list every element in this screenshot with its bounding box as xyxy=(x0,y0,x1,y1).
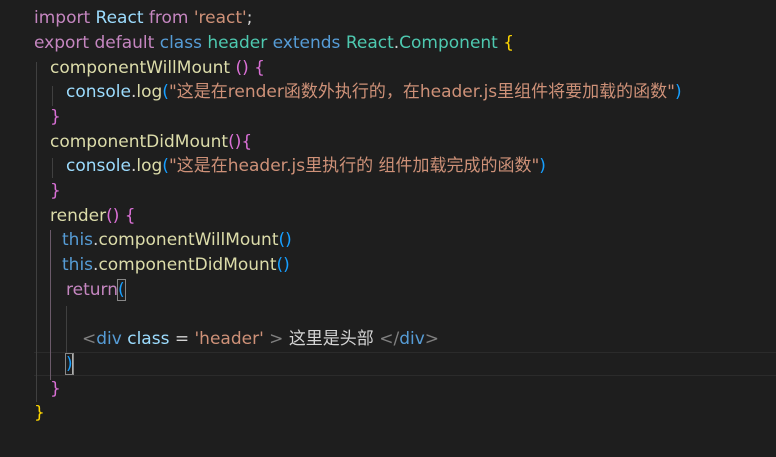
token-storage: extends xyxy=(272,33,341,53)
code-line-12[interactable]: return( xyxy=(66,278,126,303)
token-class-name: Component xyxy=(399,33,498,53)
token-bracket: ) xyxy=(539,156,546,176)
token-function: componentDidMount xyxy=(50,132,229,152)
code-line-1[interactable]: import React from 'react'; xyxy=(34,6,252,31)
token-tag-punctuation: < xyxy=(82,329,97,349)
token-function: log xyxy=(136,156,163,176)
token-variable: React xyxy=(95,8,144,28)
token-tag-punctuation: > xyxy=(424,329,440,349)
token-attribute: class xyxy=(127,329,170,349)
token-tag-punctuation: > xyxy=(263,329,289,349)
token-bracket: { xyxy=(503,33,515,53)
token-bracket: ) xyxy=(112,206,120,226)
text-cursor xyxy=(71,354,74,374)
code-editor[interactable]: import React from 'react'; export defaul… xyxy=(0,0,776,457)
token-bracket: ( xyxy=(162,82,169,102)
token-keyword: export xyxy=(34,33,90,53)
token-keyword: default xyxy=(94,33,155,53)
token-this: this xyxy=(62,230,94,250)
code-line-7[interactable]: console.log("这是在header.js里执行的 组件加载完成的函数"… xyxy=(66,154,546,179)
token-class-name: React xyxy=(345,33,394,53)
token-function: render xyxy=(50,206,107,226)
token-keyword: from xyxy=(148,8,189,28)
code-line-3[interactable]: componentWillMount () { xyxy=(50,56,265,81)
code-line-10[interactable]: this.componentWillMount() xyxy=(62,228,292,253)
token-class-name: header xyxy=(207,33,268,53)
token-bracket: } xyxy=(50,379,61,399)
token-variable: console xyxy=(66,82,131,102)
token-tag-punctuation: </ xyxy=(379,329,400,349)
token-jsx-text: 这里是头部 xyxy=(288,329,380,349)
indent-guide xyxy=(52,158,53,178)
token-bracket: ) xyxy=(283,255,290,275)
token-function: log xyxy=(136,82,163,102)
token-keyword: return xyxy=(66,280,118,300)
token-function: componentWillMount xyxy=(98,230,279,250)
code-line-5[interactable]: } xyxy=(50,105,61,130)
token-function: componentWillMount xyxy=(50,58,231,78)
token-bracket: } xyxy=(50,107,61,127)
current-line-highlight xyxy=(34,352,776,376)
token-bracket: ( xyxy=(162,156,169,176)
token-operator: = xyxy=(169,329,195,349)
token-keyword: import xyxy=(34,8,91,28)
code-line-8[interactable]: } xyxy=(50,179,61,204)
code-line-14[interactable]: <div class = 'header' > 这里是头部 </div> xyxy=(82,327,439,352)
code-line-17[interactable]: } xyxy=(34,401,45,426)
token-this: this xyxy=(62,255,94,275)
token-bracket: { xyxy=(254,58,265,78)
token-string: "这是在render函数外执行的，在header.js里组件将要加载的函数" xyxy=(168,82,675,102)
token-string: 'header' xyxy=(194,329,264,349)
code-line-9[interactable]: render() { xyxy=(50,204,136,229)
token-tag: div xyxy=(96,329,122,349)
token-bracket: } xyxy=(34,403,45,423)
token-bracket-matched: ( xyxy=(117,279,126,301)
code-line-15[interactable]: ) xyxy=(65,352,74,377)
token-string: "这是在header.js里执行的 组件加载完成的函数" xyxy=(168,156,540,176)
token-bracket: ) xyxy=(674,82,682,102)
token-string: 'react' xyxy=(193,8,247,28)
code-line-4[interactable]: console.log("这是在render函数外执行的，在header.js里… xyxy=(66,80,682,105)
code-line-16[interactable]: } xyxy=(50,377,61,402)
indent-guide xyxy=(52,86,53,106)
token-bracket: { xyxy=(124,206,136,226)
token-storage: class xyxy=(159,33,202,53)
token-punctuation: ; xyxy=(246,8,253,28)
token-tag: div xyxy=(399,329,425,349)
token-function: componentDidMount xyxy=(98,255,277,275)
token-variable: console xyxy=(66,156,131,176)
indent-guide xyxy=(66,306,67,354)
indent-guide xyxy=(36,62,37,402)
token-bracket: ( xyxy=(106,206,113,226)
code-line-2[interactable]: export default class header extends Reac… xyxy=(34,31,514,56)
code-line-6[interactable]: componentDidMount(){ xyxy=(50,130,252,155)
code-line-11[interactable]: this.componentDidMount() xyxy=(62,253,290,278)
token-bracket: { xyxy=(241,132,253,152)
token-bracket: ) xyxy=(242,58,249,78)
token-bracket: ( xyxy=(228,132,235,152)
token-bracket: } xyxy=(50,181,61,201)
indent-guide-active xyxy=(50,230,51,380)
token-bracket: ) xyxy=(285,230,292,250)
